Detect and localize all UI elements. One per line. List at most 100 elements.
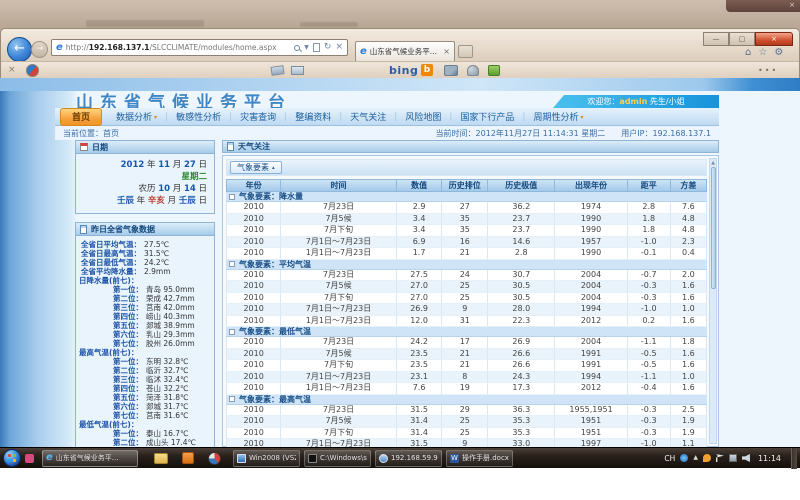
table-cell: 1月1日～7月23日 — [281, 316, 396, 327]
table-row[interactable]: 20107月23日2.92736.219742.87.6 — [226, 202, 707, 214]
forward-icon: → — [36, 44, 44, 54]
column-header: 出现年份 — [555, 179, 627, 192]
taskbar-ie-button[interactable]: e 山东省气候业务平... — [42, 450, 138, 467]
table-row[interactable]: 20107月下旬23.52126.61991-0.51.6 — [226, 360, 707, 372]
taskbar-app-button-1[interactable]: Win2008 (VS2... — [233, 450, 300, 467]
column-header: 距平 — [628, 179, 671, 192]
clock[interactable]: 11:14 — [758, 454, 781, 463]
table-row[interactable]: 20107月1日～7月23日31.5933.01997-1.01.1 — [226, 439, 707, 447]
table-row[interactable]: 20107月23日27.52430.72004-0.72.0 — [226, 270, 707, 282]
table-row[interactable]: 20107月下旬27.02530.52004-0.31.6 — [226, 293, 707, 305]
start-button[interactable] — [3, 449, 21, 467]
group-checkbox[interactable] — [229, 261, 235, 267]
table-scrollbar[interactable]: ▲ — [709, 158, 717, 444]
nav-item-1[interactable]: 首页 — [60, 108, 102, 126]
taskbar-app-button-3[interactable]: 192.168.59.99... — [375, 450, 442, 467]
minimize-button[interactable]: — — [703, 32, 729, 46]
tab-close-icon[interactable]: × — [443, 48, 450, 56]
toolbar-logo-icon[interactable] — [26, 64, 39, 77]
scroll-up-icon[interactable]: ▲ — [710, 159, 716, 167]
browser-tab[interactable]: e 山东省气候业务平... × — [355, 41, 455, 61]
background-close-icon[interactable]: × — [789, 1, 795, 9]
cards-icon[interactable] — [270, 65, 284, 76]
nav-item-7[interactable]: 风险地图 — [397, 110, 449, 123]
nav-item-6[interactable]: 天气关注 — [342, 110, 394, 123]
tray-update-icon[interactable] — [703, 454, 711, 462]
tray-expand-icon[interactable]: ▲ — [693, 454, 698, 462]
table-cell: 7月1日～7月23日 — [281, 304, 396, 315]
pinned-app-icon[interactable] — [25, 454, 34, 463]
table-cell: 2.0 — [671, 270, 707, 281]
table-cell: 35 — [442, 225, 488, 236]
mail-icon[interactable] — [291, 66, 304, 75]
taskbar-app-button-4[interactable]: W操作手册.docx ... — [446, 450, 513, 467]
gear-icon[interactable]: ⚙ — [774, 48, 783, 58]
people-icon[interactable] — [488, 65, 500, 76]
maximize-button[interactable]: ▢ — [729, 32, 755, 46]
nav-item-5[interactable]: 整编资料 — [287, 110, 339, 123]
address-bar-controls: ▼ ↻ × — [294, 43, 343, 52]
bing-badge-icon[interactable]: b — [421, 64, 433, 76]
table-row[interactable]: 20107月1日～7月23日23.1824.31994-1.11.0 — [226, 372, 707, 384]
taskbar-app-button-2[interactable]: C:\Windows\s... — [304, 450, 371, 467]
pinned-orange-app-icon[interactable] — [182, 452, 194, 464]
table-cell: 22.3 — [488, 316, 555, 327]
volume-icon[interactable] — [742, 454, 750, 462]
show-desktop-button[interactable] — [791, 448, 797, 469]
language-indicator[interactable]: CH — [664, 454, 675, 463]
address-bar[interactable]: e http://192.168.137.1/SLCCLIMATE/module… — [51, 39, 348, 56]
media-player-icon[interactable] — [208, 452, 221, 465]
refresh-icon[interactable]: ↻ — [324, 43, 332, 52]
new-tab-button[interactable] — [458, 45, 473, 58]
table-cell: 1991 — [555, 349, 627, 360]
back-button[interactable]: ← — [7, 37, 32, 62]
explorer-icon[interactable] — [154, 453, 168, 464]
table-row[interactable]: 20107月5候31.42535.31951-0.31.9 — [226, 416, 707, 428]
calendar-line: 2012 年 11 月 27 日 — [83, 159, 207, 171]
nav-item-2[interactable]: 数据分析▾ — [108, 110, 165, 123]
nav-item-4[interactable]: 灾害查询 — [232, 110, 284, 123]
table-row[interactable]: 20107月下旬31.42535.31951-0.31.9 — [226, 428, 707, 440]
table-row[interactable]: 20107月1日～7月23日26.9928.01994-1.01.0 — [226, 304, 707, 316]
nav-item-8[interactable]: 国家下行产品 — [452, 110, 522, 123]
table-row[interactable]: 20107月1日～7月23日6.91614.61957-1.02.3 — [226, 237, 707, 249]
table-group-row[interactable]: 气象要素：降水量 — [226, 192, 707, 202]
table-cell: 24.3 — [488, 372, 555, 383]
scrollbar-thumb[interactable] — [711, 167, 716, 289]
group-checkbox[interactable] — [229, 194, 235, 200]
chevron-down-icon[interactable]: ▼ — [304, 44, 309, 51]
element-filter-button[interactable]: 气象要素 ▴ — [230, 161, 282, 174]
group-checkbox[interactable] — [229, 396, 235, 402]
table-row[interactable]: 20107月23日31.52936.31955,1951-0.32.5 — [226, 405, 707, 417]
action-center-flag-icon[interactable] — [716, 454, 724, 462]
table-row[interactable]: 20107月5候23.52126.61991-0.51.6 — [226, 349, 707, 361]
camera-icon[interactable] — [444, 65, 458, 76]
table-row[interactable]: 20107月23日24.21726.92004-1.11.8 — [226, 337, 707, 349]
table-row[interactable]: 20107月下旬3.43523.719901.84.8 — [226, 225, 707, 237]
search-icon[interactable] — [294, 45, 300, 51]
close-button[interactable]: × — [755, 32, 793, 46]
home-icon[interactable]: ⌂ — [745, 48, 751, 58]
group-checkbox[interactable] — [229, 329, 235, 335]
compatibility-icon[interactable] — [313, 43, 320, 52]
table-row[interactable]: 20107月5候3.43523.719901.84.8 — [226, 214, 707, 226]
network-icon[interactable] — [729, 454, 737, 462]
forward-button[interactable]: → — [31, 41, 48, 58]
favorites-star-icon[interactable]: ☆ — [758, 48, 767, 58]
bing-logo[interactable]: bing — [389, 64, 418, 77]
satellite-icon[interactable] — [467, 65, 479, 76]
table-group-row[interactable]: 气象要素：平均气温 — [226, 260, 707, 270]
tray-app-icon[interactable] — [680, 454, 688, 462]
toolbar-close-icon[interactable]: × — [8, 66, 16, 75]
table-cell: 2010 — [226, 225, 281, 236]
nav-item-9[interactable]: 周期性分析▾ — [525, 110, 591, 123]
table-cell: 2010 — [226, 416, 281, 427]
nav-item-3[interactable]: 敏感性分析 — [168, 110, 229, 123]
toolbar-overflow-icon[interactable]: ••• — [758, 66, 778, 75]
weather-stat: 全省日最低气温：24.2℃ — [79, 258, 211, 267]
table-row[interactable]: 20107月5候27.02530.52004-0.31.6 — [226, 281, 707, 293]
stop-icon[interactable]: × — [335, 43, 343, 52]
table-group-row[interactable]: 气象要素：最低气温 — [226, 327, 707, 337]
table-group-row[interactable]: 气象要素：最高气温 — [226, 395, 707, 405]
table-cell: 2012 — [555, 316, 627, 327]
